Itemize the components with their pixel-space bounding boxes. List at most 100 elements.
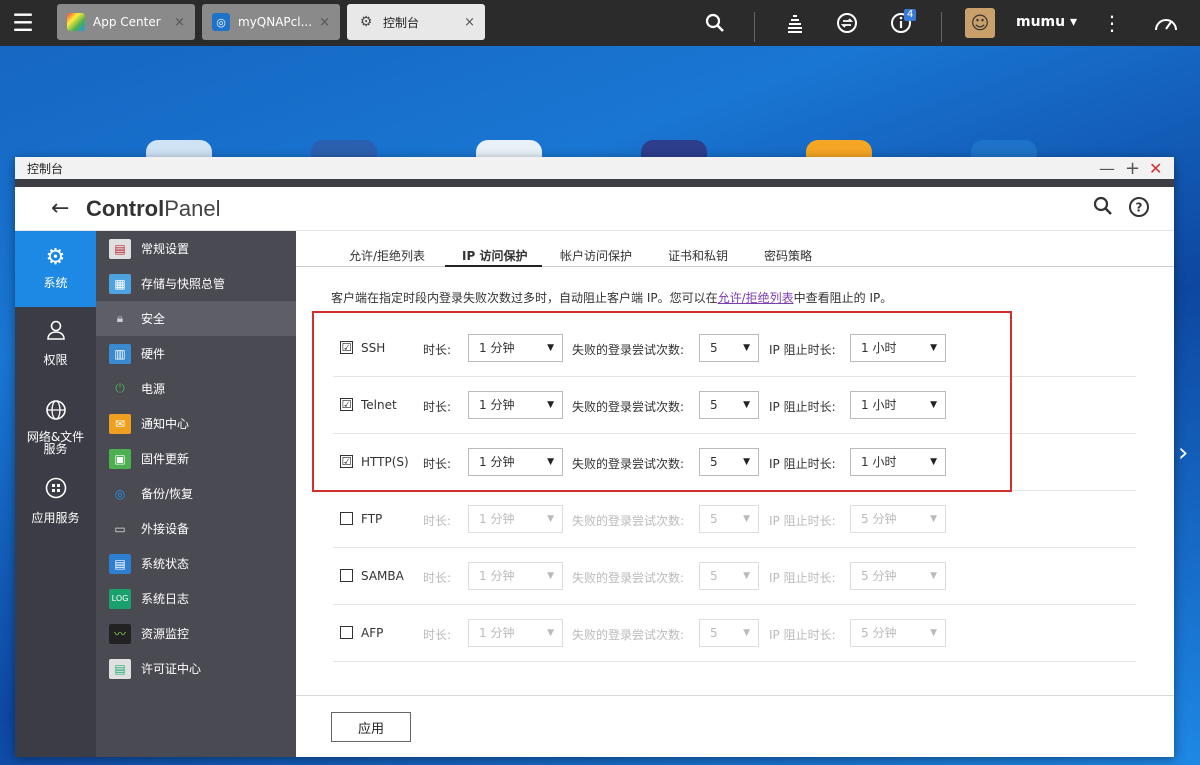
duration-select[interactable]: 1 分钟 ▼ [468, 334, 563, 362]
active-tab-indicator [445, 265, 542, 267]
rail-item-system[interactable]: ⚙ 系统 [15, 231, 96, 307]
close-icon[interactable]: × [174, 15, 185, 30]
rail-item-privilege[interactable]: 权限 [15, 319, 96, 379]
caret-down-icon: ▼ [743, 343, 750, 353]
back-arrow-icon[interactable]: ← [51, 196, 69, 221]
app-center-icon [67, 13, 85, 31]
dashboard-gauge-icon[interactable] [1151, 0, 1181, 46]
sidebar-item-storage-snapshots[interactable]: ▦ 存储与快照总管 [96, 266, 296, 301]
stack-icon[interactable] [780, 0, 810, 46]
firmware-icon: ▣ [109, 448, 131, 469]
sidebar-item-backup-restore[interactable]: ◎ 备份/恢复 [96, 476, 296, 511]
user-menu[interactable]: mumu ▾ [1016, 14, 1077, 30]
more-options-icon[interactable]: ⋮ [1100, 0, 1124, 46]
apps-grid-icon [15, 477, 96, 505]
duration-select: 1 分钟 ▼ [468, 505, 563, 533]
rail-item-app-services[interactable]: 应用服务 [15, 477, 96, 527]
duration-label: 时长: [423, 571, 452, 585]
block-duration-label: IP 阻止时长: [769, 343, 836, 357]
close-icon[interactable]: × [464, 15, 475, 30]
sidebar-item-notification-center[interactable]: ✉ 通知中心 [96, 406, 296, 441]
sidebar-item-power[interactable]: ⏻ 电源 [96, 371, 296, 406]
service-name: HTTP(S) [361, 455, 409, 469]
sync-icon[interactable] [832, 0, 862, 46]
menu-icon[interactable]: ☰ [0, 0, 46, 46]
divider [754, 12, 755, 42]
tab-certificate-private-key[interactable]: 证书和私钥 [668, 247, 728, 264]
sidebar-item-label: 许可证中心 [141, 662, 202, 676]
selected-value: 1 小时 [861, 455, 897, 469]
caret-down-icon: ▼ [930, 514, 937, 524]
caret-down-icon: ▼ [547, 514, 554, 524]
apply-button[interactable]: 应用 [331, 712, 411, 742]
telnet-checkbox[interactable]: ☑ [340, 398, 353, 411]
service-name: Telnet [361, 398, 397, 412]
backup-icon: ◎ [114, 486, 126, 501]
selected-value: 1 分钟 [479, 512, 515, 526]
user-icon [15, 319, 96, 347]
lock-icon: 🔒︎ [116, 311, 124, 325]
gear-icon: ⚙ [359, 14, 373, 30]
protection-row-afp: AFP 时长: 1 分钟 ▼ 失败的登录尝试次数: 5 ▼ IP 阻止时长: 5 分… [333, 605, 1136, 662]
caret-down-icon: ▼ [930, 571, 937, 581]
tab-label: 控制台 [383, 15, 420, 30]
attempts-select[interactable]: 5 ▼ [699, 448, 759, 476]
sidebar-item-label: 安全 [141, 312, 166, 326]
block-duration-select[interactable]: 1 小时 ▼ [850, 334, 946, 362]
sidebar-item-security[interactable]: 🔒︎ 安全 [96, 301, 296, 336]
sidebar-item-label: 电源 [141, 382, 166, 396]
sidebar-item-license-center[interactable]: ▤ 许可证中心 [96, 651, 296, 686]
sidebar-item-firmware-update[interactable]: ▣ 固件更新 [96, 441, 296, 476]
notification-icon[interactable]: 4 [886, 0, 917, 46]
tab-account-access-protection[interactable]: 帐户访问保护 [560, 247, 632, 264]
block-duration-select[interactable]: 1 小时 ▼ [850, 448, 946, 476]
tab-control-panel[interactable]: ⚙ 控制台 × [347, 4, 485, 40]
ftp-checkbox[interactable] [340, 512, 353, 525]
block-duration-select[interactable]: 1 小时 ▼ [850, 391, 946, 419]
tab-ip-access-protection[interactable]: IP 访问保护 [462, 247, 527, 264]
chevron-right-icon[interactable]: › [1178, 438, 1188, 468]
selected-value: 1 分钟 [479, 569, 515, 583]
search-icon[interactable] [700, 0, 730, 46]
sidebar-item-hardware[interactable]: ▥ 硬件 [96, 336, 296, 371]
duration-label: 时长: [423, 514, 452, 528]
maximize-icon[interactable]: + [1125, 157, 1140, 179]
sidebar-item-general-settings[interactable]: ▤ 常规设置 [96, 231, 296, 266]
sidebar-item-system-status[interactable]: ▤ 系统状态 [96, 546, 296, 581]
sidebar-item-system-logs[interactable]: LOG 系统日志 [96, 581, 296, 616]
notification-center-icon: ✉ [109, 413, 131, 434]
sidebar-item-external-devices[interactable]: ▭ 外接设备 [96, 511, 296, 546]
duration-select[interactable]: 1 分钟 ▼ [468, 448, 563, 476]
category-rail: ⚙ 系统 权限 网络&文件服务 应用服务 [15, 231, 96, 757]
desc-text: 客户端在指定时段内登录失败次数过多时，自动阻止客户端 IP。您可以在 [331, 291, 718, 305]
tab-myqnapcloud[interactable]: ◎ myQNAPcl... × [202, 4, 340, 40]
caret-down-icon: ▼ [547, 400, 554, 410]
block-duration-label: IP 阻止时长: [769, 571, 836, 585]
sidebar-item-resource-monitor[interactable]: 〰 资源监控 [96, 616, 296, 651]
search-icon[interactable] [1093, 196, 1113, 221]
close-window-icon[interactable]: ✕ [1149, 157, 1162, 179]
tab-app-center[interactable]: App Center × [57, 4, 195, 40]
block-duration-label: IP 阻止时长: [769, 628, 836, 642]
close-icon[interactable]: × [319, 15, 330, 30]
svg-text:?: ? [1136, 201, 1143, 215]
window-titlebar[interactable]: 控制台 — + ✕ [15, 157, 1174, 179]
attempts-select[interactable]: 5 ▼ [699, 391, 759, 419]
tab-allow-deny-list[interactable]: 允许/拒绝列表 [349, 247, 425, 264]
minimize-icon[interactable]: — [1099, 157, 1115, 179]
allow-deny-list-link[interactable]: 允许/拒绝列表 [718, 291, 794, 305]
ssh-checkbox[interactable]: ☑ [340, 341, 353, 354]
rail-item-network-file-services[interactable]: 网络&文件服务 [15, 399, 96, 463]
gear-icon: ⚙ [45, 245, 66, 270]
samba-checkbox[interactable] [340, 569, 353, 582]
duration-select[interactable]: 1 分钟 ▼ [468, 391, 563, 419]
https-checkbox[interactable]: ☑ [340, 455, 353, 468]
selected-value: 1 小时 [861, 341, 897, 355]
afp-checkbox[interactable] [340, 626, 353, 639]
selected-value: 5 [710, 398, 718, 412]
attempts-select[interactable]: 5 ▼ [699, 334, 759, 362]
avatar[interactable]: ☺ [965, 8, 995, 38]
block-duration-label: IP 阻止时长: [769, 400, 836, 414]
tab-password-policy[interactable]: 密码策略 [764, 247, 812, 264]
help-icon[interactable]: ? [1128, 196, 1150, 223]
